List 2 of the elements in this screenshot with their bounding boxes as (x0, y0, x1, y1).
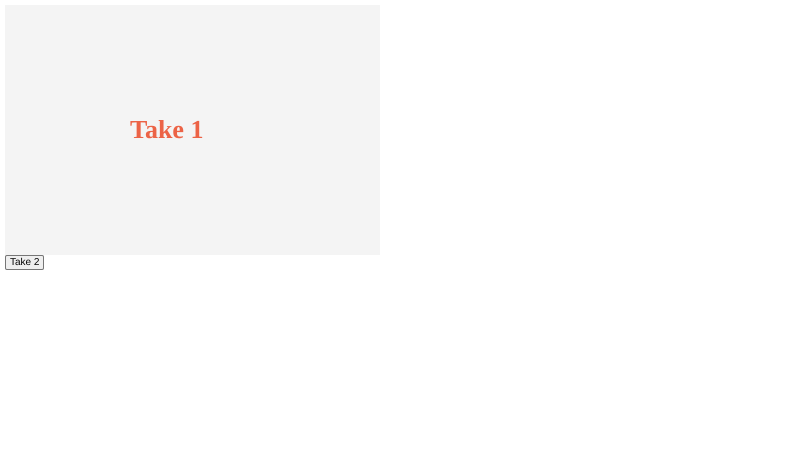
take-button[interactable]: Take 2 (5, 255, 44, 270)
stage-heading: Take 1 (130, 115, 204, 145)
